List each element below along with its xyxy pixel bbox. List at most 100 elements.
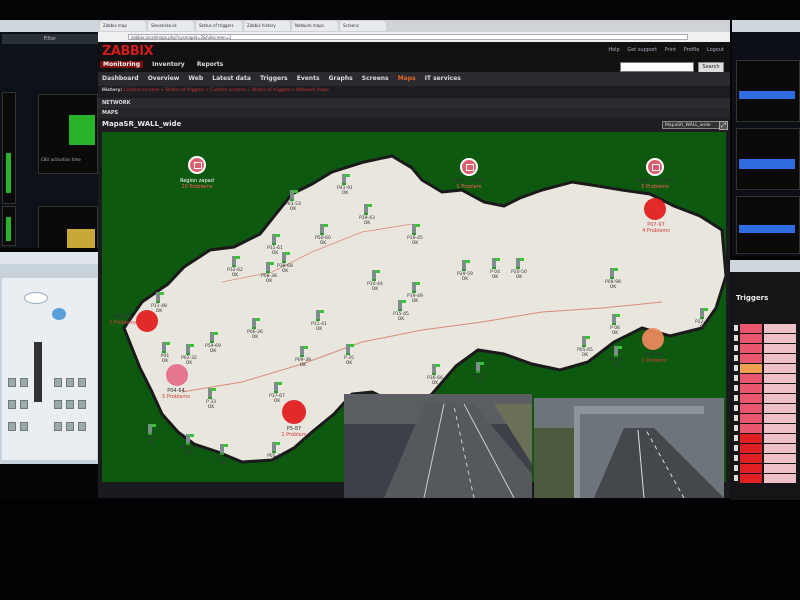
trigger-row[interactable] [734, 414, 796, 423]
menu-inventory[interactable]: Inventory [149, 61, 188, 68]
map-node-icon[interactable] [272, 442, 280, 453]
map-node-icon[interactable] [232, 256, 240, 267]
profile-link[interactable]: Profile [684, 47, 700, 53]
submenu-overview[interactable]: Overview [148, 75, 180, 82]
sub-menu: Dashboard Overview Web Latest data Trigg… [98, 72, 730, 86]
region-stred-icon[interactable] [460, 158, 478, 176]
camera-feed-2[interactable] [534, 398, 724, 498]
trigger-row[interactable] [734, 424, 796, 433]
map-node-icon[interactable] [272, 234, 280, 245]
browser-tab[interactable]: Network maps [292, 21, 338, 31]
map-node-icon[interactable] [346, 344, 354, 355]
fullscreen-icon[interactable]: ⤢ [719, 121, 728, 130]
trigger-row[interactable] [734, 324, 796, 333]
trigger-row[interactable] [734, 434, 796, 443]
map-node-icon[interactable] [186, 434, 194, 445]
map-node-icon[interactable] [148, 424, 156, 435]
problem-marker[interactable] [644, 198, 666, 220]
trigger-row[interactable] [734, 344, 796, 353]
map-node-icon[interactable] [432, 364, 440, 375]
map-node-icon[interactable] [282, 252, 290, 263]
map-node-icon[interactable] [320, 224, 328, 235]
history-item[interactable]: Network maps [296, 88, 329, 93]
problem-marker[interactable] [166, 364, 188, 386]
monitor-bezel [0, 500, 800, 600]
submenu-triggers[interactable]: Triggers [260, 75, 288, 82]
map-node-icon[interactable] [252, 318, 260, 329]
map-select-dropdown[interactable]: MapaSR_WALL_wide [662, 121, 720, 129]
submenu-web[interactable]: Web [188, 75, 203, 82]
map-node-icon[interactable] [186, 344, 194, 355]
history-item[interactable]: Custom screens [210, 88, 246, 93]
problem-marker[interactable] [642, 328, 664, 350]
left-filter-bar[interactable]: Filter [2, 34, 98, 44]
map-node-icon[interactable] [162, 342, 170, 353]
browser-tab[interactable]: Zabbix map [100, 21, 146, 31]
menu-monitoring[interactable]: Monitoring [100, 61, 143, 68]
map-node-icon[interactable] [476, 362, 484, 373]
trigger-row[interactable] [734, 394, 796, 403]
browser-tab[interactable]: Status of triggers [196, 21, 242, 31]
map-node-icon[interactable] [290, 190, 298, 201]
right-graph-1 [736, 60, 800, 122]
submenu-it-services[interactable]: IT services [425, 75, 461, 82]
submenu-graphs[interactable]: Graphs [329, 75, 353, 82]
camera-feed-1[interactable] [344, 394, 532, 498]
map-node-icon[interactable] [220, 444, 228, 455]
get-support-link[interactable]: Get support [627, 47, 657, 53]
region-vychod-icon[interactable] [646, 158, 664, 176]
map-node-icon[interactable] [412, 282, 420, 293]
map-node-icon[interactable] [364, 204, 372, 215]
map-node-icon[interactable] [462, 260, 470, 271]
print-link[interactable]: Print [665, 47, 677, 53]
trigger-row[interactable] [734, 384, 796, 393]
search-input[interactable] [620, 62, 694, 72]
map-node-icon[interactable] [266, 262, 274, 273]
map-node-icon[interactable] [372, 270, 380, 281]
browser-tab[interactable]: Screens [340, 21, 386, 31]
trigger-row[interactable] [734, 364, 796, 373]
menu-reports[interactable]: Reports [194, 61, 227, 68]
map-node-icon[interactable] [316, 310, 324, 321]
map-node-label: P 03 OK [146, 436, 156, 446]
map-node-icon[interactable] [516, 258, 524, 269]
address-bar[interactable]: zabbix.local/maps.php?sysmapid=2&fullscr… [128, 34, 688, 40]
map-node-icon[interactable] [612, 314, 620, 325]
trigger-row[interactable] [734, 334, 796, 343]
history-item[interactable]: Custom screens [124, 88, 160, 93]
trigger-row[interactable] [734, 374, 796, 383]
map-node-icon[interactable] [156, 292, 164, 303]
submenu-latest-data[interactable]: Latest data [212, 75, 251, 82]
region-zapad-icon[interactable] [188, 156, 206, 174]
map-node-icon[interactable] [210, 332, 218, 343]
map-node-icon[interactable] [300, 346, 308, 357]
map-node-icon[interactable] [614, 346, 622, 357]
help-link[interactable]: Help [608, 47, 619, 53]
submenu-dashboard[interactable]: Dashboard [102, 75, 139, 82]
trigger-row[interactable] [734, 464, 796, 473]
map-node-icon[interactable] [208, 388, 216, 399]
zabbix-logo[interactable]: ZABBIX [102, 44, 154, 59]
map-node-icon[interactable] [412, 224, 420, 235]
browser-tab[interactable]: Zabbix history [244, 21, 290, 31]
map-node-icon[interactable] [700, 308, 708, 319]
map-title-bar: MapaSR_WALL_wide MapaSR_WALL_wide ⤢ [98, 118, 730, 132]
left-mini-graph-2: CBU activation time [38, 94, 98, 174]
trigger-row[interactable] [734, 404, 796, 413]
trigger-row[interactable] [734, 444, 796, 453]
map-node-icon[interactable] [610, 268, 618, 279]
logout-link[interactable]: Logout [707, 47, 724, 53]
history-item[interactable]: Status of triggers [165, 88, 204, 93]
trigger-row[interactable] [734, 474, 796, 483]
trigger-row[interactable] [734, 354, 796, 363]
map-node-icon[interactable] [492, 258, 500, 269]
map-node-icon[interactable] [274, 382, 282, 393]
submenu-maps[interactable]: Maps [398, 75, 416, 82]
map-node-icon[interactable] [582, 336, 590, 347]
history-item[interactable]: Status of triggers [252, 88, 291, 93]
trigger-row[interactable] [734, 454, 796, 463]
submenu-events[interactable]: Events [297, 75, 320, 82]
browser-tab[interactable]: Slovensko.sk [148, 21, 194, 31]
map-node-icon[interactable] [342, 174, 350, 185]
submenu-screens[interactable]: Screens [362, 75, 389, 82]
